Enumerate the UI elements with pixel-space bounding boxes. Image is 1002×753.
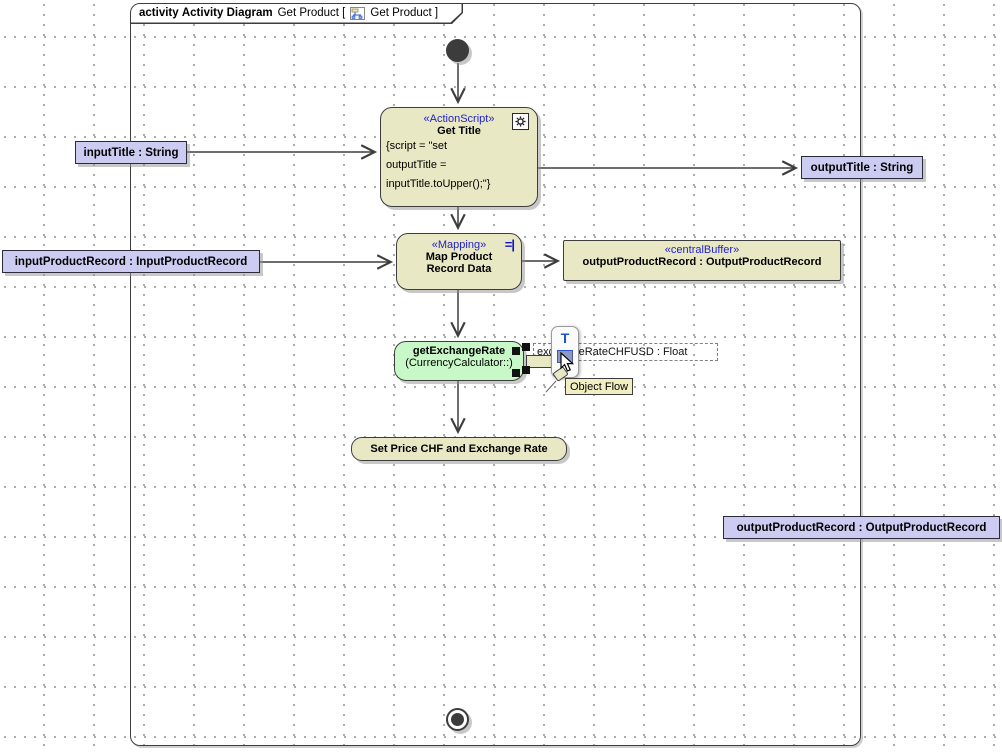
action-name-line1: Map Product bbox=[425, 251, 493, 263]
mouse-cursor bbox=[560, 352, 575, 372]
action-set-price[interactable]: Set Price CHF and Exchange Rate bbox=[351, 437, 567, 461]
script-line-2: outputTitle = bbox=[386, 159, 447, 171]
initial-node[interactable] bbox=[446, 39, 469, 62]
gear-icon bbox=[512, 113, 529, 130]
selection-handle[interactable] bbox=[522, 343, 530, 351]
text-tool-icon[interactable]: T bbox=[561, 330, 570, 346]
activity-final-node[interactable] bbox=[446, 708, 469, 731]
stereotype-mapping: «Mapping» bbox=[431, 239, 487, 251]
central-buffer-node[interactable]: «centralBuffer» outputProductRecord : Ou… bbox=[563, 240, 841, 281]
action-name-line2: Record Data bbox=[426, 263, 492, 275]
selection-handle[interactable] bbox=[512, 369, 520, 377]
action-name: getExchangeRate bbox=[412, 345, 506, 357]
action-get-title[interactable]: «ActionScript» Get Title {script = "set … bbox=[380, 107, 538, 207]
activity-diagram-icon bbox=[350, 7, 365, 20]
frame-title-tab[interactable]: activity Activity Diagram Get Product [ … bbox=[131, 4, 463, 24]
parameter-outputtitle[interactable]: outputTitle : String bbox=[801, 156, 923, 179]
script-line-1: {script = "set bbox=[386, 140, 448, 152]
frame-kind-keyword: activity Activity Diagram bbox=[139, 7, 273, 20]
frame-diagram-name: Get Product [ bbox=[277, 7, 346, 20]
mapping-icon: =| bbox=[504, 237, 515, 252]
selection-handle[interactable] bbox=[512, 347, 520, 355]
frame-diagram-ref: Get Product ] bbox=[370, 7, 439, 20]
parameter-inputproductrecord[interactable]: inputProductRecord : InputProductRecord bbox=[2, 250, 260, 273]
action-name: Set Price CHF and Exchange Rate bbox=[370, 443, 548, 455]
selection-handle[interactable] bbox=[522, 366, 530, 374]
diagram-canvas: activity Activity Diagram Get Product [ … bbox=[0, 0, 1002, 753]
action-getexchangerate[interactable]: getExchangeRate (CurrencyCalculator::) bbox=[394, 341, 524, 381]
stereotype-centralbuffer: «centralBuffer» bbox=[664, 244, 740, 256]
action-qualifier: (CurrencyCalculator::) bbox=[405, 357, 513, 369]
object-flow-tooltip: Object Flow bbox=[565, 378, 634, 395]
central-buffer-name: outputProductRecord : OutputProductRecor… bbox=[582, 256, 822, 268]
parameter-outputproductrecord[interactable]: outputProductRecord : OutputProductRecor… bbox=[723, 516, 1000, 539]
parameter-inputtitle[interactable]: inputTitle : String bbox=[75, 141, 187, 164]
script-line-3: inputTitle.toUpper();"} bbox=[386, 178, 491, 190]
action-map-product-record-data[interactable]: =| «Mapping» Map Product Record Data bbox=[396, 233, 522, 290]
